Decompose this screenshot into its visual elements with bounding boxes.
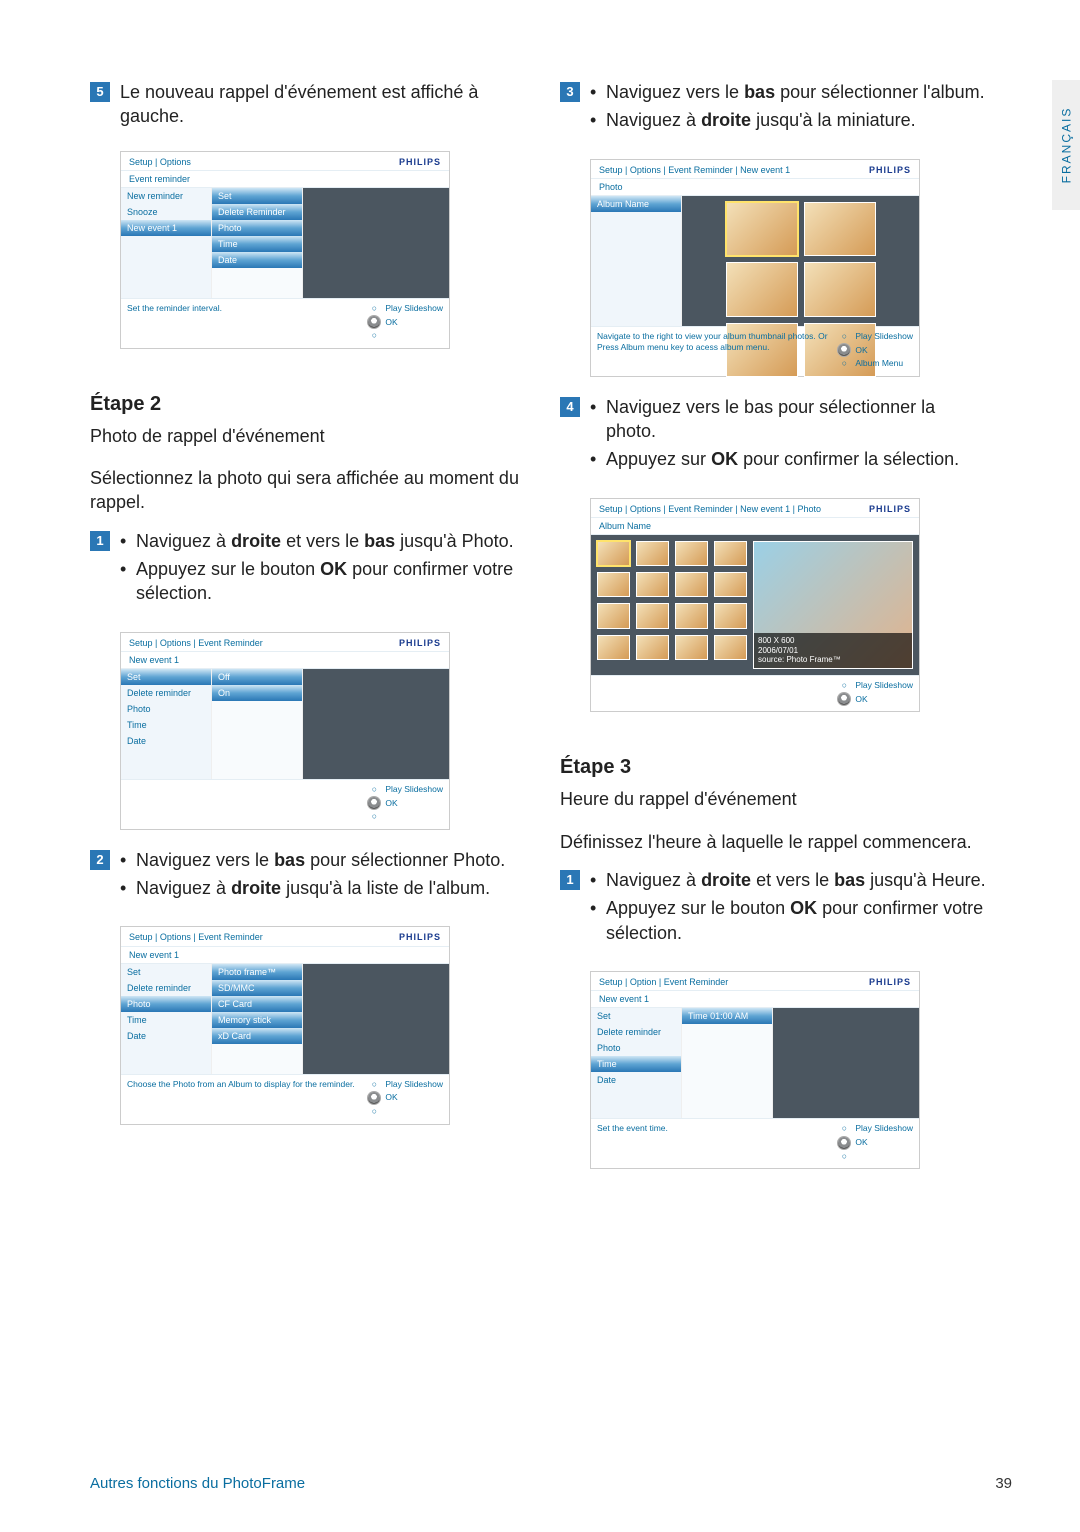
- thumbnail-grid: [591, 535, 753, 675]
- brand-logo-text: PHILIPS: [869, 503, 911, 515]
- num-badge-1: 1: [560, 870, 580, 890]
- ok-ring-icon: [838, 344, 850, 356]
- ok-ring-icon: [368, 1092, 380, 1104]
- etape-2-body: Sélectionnez la photo qui sera affichée …: [90, 466, 520, 515]
- brand-logo-text: PHILIPS: [869, 976, 911, 988]
- photo-preview: 800 X 600 2006/07/01 source: Photo Frame…: [753, 541, 913, 669]
- breadcrumb: Setup | Options | Event Reminder: [129, 637, 263, 649]
- screenshot-event-reminder-list: Setup | Options PHILIPS Event reminder N…: [120, 151, 450, 349]
- language-tab: FRANÇAIS: [1052, 80, 1080, 210]
- section-row: Photo: [591, 178, 919, 195]
- etape2-step1-list: Naviguez à droite et vers le bas jusqu'à…: [120, 529, 520, 610]
- etape-2-title: Étape 2: [90, 391, 520, 418]
- brand-logo-text: PHILIPS: [399, 931, 441, 943]
- left-column: 5 Le nouveau rappel d'événement est affi…: [90, 80, 520, 1435]
- hint-text: Set the reminder interval.: [127, 303, 368, 314]
- section-row: New event 1: [591, 990, 919, 1007]
- step-5: 5 Le nouveau rappel d'événement est affi…: [90, 80, 520, 129]
- etape2-step2: 2 Naviguez vers le bas pour sélectionner…: [90, 848, 520, 905]
- etape-2-sub: Photo de rappel d'événement: [90, 424, 520, 448]
- control-hints: ○Play Slideshow OK ○: [368, 303, 443, 342]
- right-step3: 3 Naviguez vers le bas pour sélectionner…: [560, 80, 990, 137]
- screenshot-set-on-off: Setup | Options | Event Reminder PHILIPS…: [120, 632, 450, 830]
- num-badge-3: 3: [560, 82, 580, 102]
- section-row: New event 1: [121, 651, 449, 668]
- right-step4: 4 Naviguez vers le bas pour sélectionner…: [560, 395, 990, 476]
- etape-3-body: Définissez l'heure à laquelle le rappel …: [560, 830, 990, 854]
- breadcrumb: Setup | Options | Event Reminder | New e…: [599, 164, 790, 176]
- hint-text: Set the event time.: [597, 1123, 838, 1134]
- thumb-photo: [804, 262, 876, 317]
- ok-ring-icon: [368, 316, 380, 328]
- screenshot-time: Setup | Option | Event Reminder PHILIPS …: [590, 971, 920, 1169]
- etape-3-sub: Heure du rappel d'événement: [560, 787, 990, 811]
- num-badge-4: 4: [560, 397, 580, 417]
- columns: 5 Le nouveau rappel d'événement est affi…: [90, 80, 1012, 1435]
- thumb-photo: [597, 541, 630, 566]
- thumb-photo: [726, 262, 798, 317]
- thumb-photo: [804, 202, 876, 257]
- etape-3-title: Étape 3: [560, 754, 990, 781]
- etape3-step1: 1 Naviguez à droite et vers le bas jusqu…: [560, 868, 990, 949]
- screenshot-photo-source: Setup | Options | Event Reminder PHILIPS…: [120, 926, 450, 1124]
- hint-text: Choose the Photo from an Album to displa…: [127, 1079, 368, 1090]
- etape2-step1: 1 Naviguez à droite et vers le bas jusqu…: [90, 529, 520, 610]
- manual-page: FRANÇAIS 5 Le nouveau rappel d'événement…: [0, 0, 1080, 1532]
- section-row: Album Name: [591, 517, 919, 534]
- brand-logo-text: PHILIPS: [399, 637, 441, 649]
- ok-ring-icon: [368, 797, 380, 809]
- breadcrumb: Setup | Options | Event Reminder | New e…: [599, 503, 821, 515]
- right-column: 3 Naviguez vers le bas pour sélectionner…: [560, 80, 990, 1435]
- num-badge-1: 1: [90, 531, 110, 551]
- breadcrumb: Setup | Options: [129, 156, 191, 168]
- page-number: 39: [995, 1475, 1012, 1492]
- page-footer: Autres fonctions du PhotoFrame 39: [90, 1435, 1012, 1492]
- breadcrumb: Setup | Options | Event Reminder: [129, 931, 263, 943]
- num-badge-2: 2: [90, 850, 110, 870]
- hint-text: Navigate to the right to view your album…: [597, 331, 838, 354]
- section-row: New event 1: [121, 946, 449, 963]
- preview-meta: 800 X 600 2006/07/01 source: Photo Frame…: [754, 633, 912, 668]
- num-badge-5: 5: [90, 82, 110, 102]
- ok-ring-icon: [838, 1137, 850, 1149]
- ok-ring-icon: [838, 693, 850, 705]
- brand-logo-text: PHILIPS: [399, 156, 441, 168]
- breadcrumb: Setup | Option | Event Reminder: [599, 976, 728, 988]
- brand-logo-text: PHILIPS: [869, 164, 911, 176]
- section-row: Event reminder: [121, 170, 449, 187]
- screenshot-album-thumbnails: Setup | Options | Event Reminder | New e…: [590, 159, 920, 377]
- thumb-photo: [726, 202, 798, 257]
- screenshot-photo-preview: Setup | Options | Event Reminder | New e…: [590, 498, 920, 713]
- step-5-text: Le nouveau rappel d'événement est affich…: [120, 80, 520, 129]
- footer-section: Autres fonctions du PhotoFrame: [90, 1475, 305, 1492]
